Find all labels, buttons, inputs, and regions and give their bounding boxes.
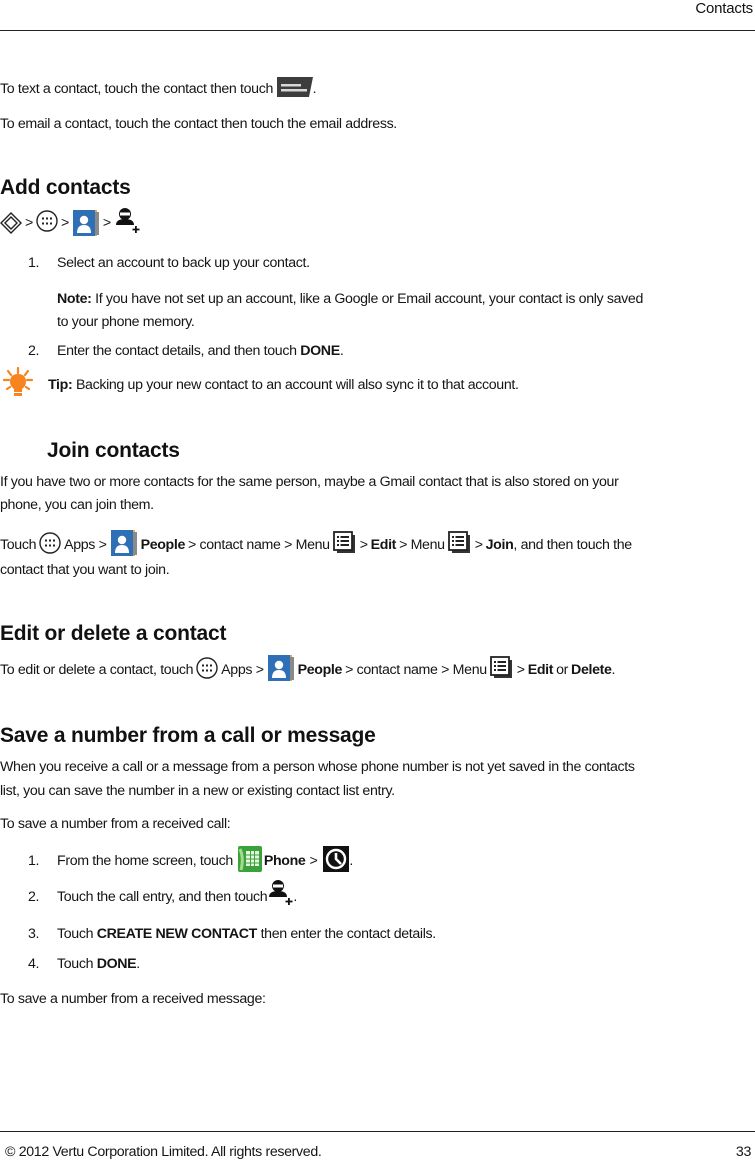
- join-para-line2: phone, you can join them.: [0, 497, 154, 513]
- footer-divider: [0, 1131, 755, 1132]
- apps-grid-icon: [196, 657, 218, 684]
- people-app-icon: [72, 209, 100, 237]
- join-para-line1: If you have two or more contacts for the…: [0, 474, 619, 490]
- add-contact-icon: [114, 207, 140, 233]
- join-line2: contact that you want to join.: [0, 562, 170, 578]
- tip-text: Tip: Backing up your new contact to an a…: [48, 377, 519, 393]
- add-step-1: 1. Select an account to back up your cont…: [28, 255, 310, 271]
- save-step-4: 4. Touch DONE.: [28, 956, 140, 972]
- call-log-clock-icon: [323, 845, 350, 877]
- text-contact-line: To text a contact, touch the contact the…: [0, 77, 317, 98]
- add-contacts-path: > > >: [0, 208, 140, 238]
- save-message-intro: To save a number from a received message…: [0, 991, 266, 1007]
- add-note-line2: to your phone memory.: [57, 314, 195, 330]
- people-app-icon: [267, 654, 295, 687]
- apps-grid-icon: [39, 532, 61, 559]
- menu-list-icon: [490, 656, 514, 685]
- message-icon: [276, 77, 313, 98]
- phone-app-icon: [237, 845, 262, 877]
- save-para-line1: When you receive a call or a message fro…: [0, 759, 635, 775]
- edit-delete-instructions: To edit or delete a contact, touch Apps …: [0, 655, 615, 685]
- page-number: 33: [735, 1144, 751, 1160]
- header-divider: [0, 30, 755, 31]
- email-contact-line: To email a contact, touch the contact th…: [0, 116, 397, 132]
- add-note: Note: If you have not set up an account,…: [57, 291, 644, 307]
- heading-add-contacts: Add contacts: [0, 176, 131, 199]
- heading-save-number: Save a number from a call or message: [0, 724, 376, 747]
- menu-list-icon: [448, 531, 472, 560]
- save-step-2: 2. Touch the call entry, and then touch …: [0, 882, 297, 912]
- add-contact-icon: [267, 879, 293, 910]
- apps-grid-icon: [36, 210, 58, 237]
- save-para-line2: list, you can save the number in a new o…: [0, 783, 395, 799]
- home-diamond-icon: [0, 212, 22, 234]
- add-step-2: 2. Enter the contact details, and then to…: [28, 343, 344, 359]
- people-app-icon: [110, 529, 138, 562]
- save-step-3: 3. Touch CREATE NEW CONTACT then enter th…: [28, 926, 436, 942]
- join-instructions: Touch Apps > People > contact name > Men…: [0, 530, 632, 560]
- save-call-intro: To save a number from a received call:: [0, 816, 231, 832]
- heading-edit-delete: Edit or delete a contact: [0, 622, 227, 645]
- menu-list-icon: [333, 531, 357, 560]
- lightbulb-icon: [2, 366, 34, 400]
- save-step-1: 1. From the home screen, touch Phone > .: [0, 845, 353, 877]
- section-title: Contacts: [695, 0, 753, 17]
- heading-join-contacts: Join contacts: [47, 439, 180, 462]
- copyright: © 2012 Vertu Corporation Limited. All ri…: [5, 1144, 322, 1160]
